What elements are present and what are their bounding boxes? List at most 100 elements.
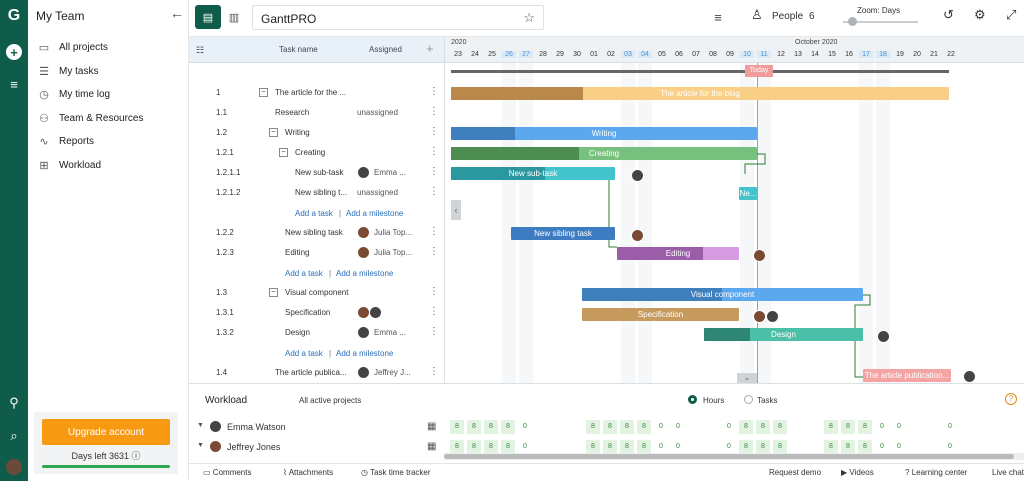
more-icon[interactable]: ⋮ — [429, 326, 439, 337]
task-name[interactable]: New sibling t... — [295, 188, 355, 197]
workload-cell[interactable] — [705, 440, 719, 454]
task-name[interactable]: Editing — [285, 248, 355, 257]
table-row[interactable]: 1.2.1.1 New sub-task Emma ... ⋮ — [189, 163, 444, 183]
table-row[interactable]: 1.3.2 Design Emma ... ⋮ — [189, 323, 444, 343]
collapse-grid-handle[interactable]: ‹ — [451, 200, 461, 220]
task-name[interactable]: Creating — [295, 148, 355, 157]
bar-publication[interactable]: The article publication... — [863, 369, 951, 382]
task-assignee[interactable]: Emma ... — [374, 168, 406, 177]
calendar-icon[interactable]: ▦ — [427, 441, 436, 452]
info-icon[interactable]: ⓘ — [132, 451, 141, 461]
add-column-icon[interactable]: + — [426, 41, 434, 56]
workload-cell[interactable] — [807, 420, 821, 434]
expand-icon[interactable]: ▼ — [197, 442, 204, 449]
attachments-button[interactable]: ⌇ Attachments — [283, 468, 333, 477]
bar-visual[interactable]: Visual component — [582, 288, 863, 301]
workload-cell[interactable]: 8 — [501, 440, 515, 454]
workload-cell[interactable]: 8 — [467, 420, 481, 434]
table-row[interactable]: 1.1 Research unassigned ⋮ — [189, 103, 444, 123]
workload-cell[interactable] — [705, 420, 719, 434]
bar-article[interactable]: The article for the blog — [451, 87, 949, 100]
collapse-icon[interactable]: − — [259, 88, 268, 97]
columns-icon[interactable]: ☷ — [196, 45, 204, 56]
workload-cell[interactable] — [790, 420, 804, 434]
workload-cell[interactable] — [569, 420, 583, 434]
star-icon[interactable]: ☆ — [523, 10, 535, 26]
workload-cell[interactable] — [807, 440, 821, 454]
filter-button[interactable]: ≡ — [705, 5, 731, 29]
sidebar-item-my-tasks[interactable]: ☰ My tasks — [36, 61, 186, 81]
workload-cell[interactable] — [552, 440, 566, 454]
workload-cell[interactable]: 8 — [841, 440, 855, 454]
workload-cell[interactable]: 8 — [603, 440, 617, 454]
workload-cell[interactable]: 0 — [943, 440, 957, 454]
tasks-label[interactable]: Tasks — [757, 396, 777, 405]
workload-cell[interactable]: 8 — [858, 440, 872, 454]
upgrade-account-button[interactable]: Upgrade account — [42, 419, 170, 445]
table-row[interactable]: 1.2.3 Editing Julia Top... ⋮ — [189, 243, 444, 263]
column-task-name[interactable]: Task name — [279, 45, 318, 54]
workload-cell[interactable] — [569, 440, 583, 454]
workload-cell[interactable]: 8 — [824, 420, 838, 434]
workload-cell[interactable]: 8 — [467, 440, 481, 454]
workload-cell[interactable]: 8 — [739, 440, 753, 454]
workload-cell[interactable] — [909, 440, 923, 454]
videos-button[interactable]: ▶ Videos — [841, 468, 874, 477]
add-milestone-link[interactable]: Add a milestone — [346, 209, 403, 218]
workload-cell[interactable] — [535, 440, 549, 454]
task-name[interactable]: Writing — [285, 128, 355, 137]
workload-cell[interactable]: 8 — [773, 440, 787, 454]
workload-cell[interactable]: 0 — [671, 420, 685, 434]
resize-handle[interactable]: ⌄ — [737, 373, 757, 383]
bar-creating[interactable]: Creating — [451, 147, 757, 160]
logo[interactable]: G — [0, 4, 28, 28]
workload-cell[interactable]: 8 — [841, 420, 855, 434]
task-name[interactable]: New sibling task — [285, 228, 355, 237]
workload-cell[interactable]: 8 — [603, 420, 617, 434]
table-row[interactable]: 1.2.1.2 New sibling t... unassigned ⋮ — [189, 183, 444, 203]
bar-writing[interactable]: Writing — [451, 127, 757, 140]
workload-cell[interactable]: 8 — [637, 420, 651, 434]
workload-cell[interactable]: 8 — [620, 440, 634, 454]
sidebar-item-my-time-log[interactable]: ◷ My time log — [36, 84, 186, 104]
workload-filter[interactable]: All active projects — [299, 396, 361, 405]
workload-cell[interactable] — [552, 420, 566, 434]
hours-label[interactable]: Hours — [703, 396, 724, 405]
workload-cell[interactable]: 8 — [484, 420, 498, 434]
back-arrow-icon[interactable]: ← — [170, 5, 184, 21]
table-row[interactable]: 1.3.1 Specification ⋮ — [189, 303, 444, 323]
request-demo-link[interactable]: Request demo — [769, 468, 821, 477]
hours-radio[interactable] — [688, 395, 697, 404]
table-row[interactable]: 1.2.2 New sibling task Julia Top... ⋮ — [189, 223, 444, 243]
people-icon[interactable]: ♙ — [751, 7, 763, 23]
bar-editing[interactable]: Editing — [617, 247, 739, 260]
task-assignee[interactable]: Jeffrey J... — [374, 368, 411, 377]
workload-cell[interactable]: 0 — [875, 440, 889, 454]
more-icon[interactable]: ⋮ — [429, 86, 439, 97]
more-icon[interactable]: ⋮ — [429, 226, 439, 237]
sidebar-item-team-resources[interactable]: ⚇ Team & Resources — [36, 108, 186, 128]
task-assignee[interactable]: unassigned — [357, 188, 398, 197]
scrollbar-thumb[interactable] — [444, 454, 1014, 459]
task-name[interactable]: Design — [285, 328, 355, 337]
workload-cell[interactable]: 8 — [586, 440, 600, 454]
workload-cell[interactable]: 0 — [722, 420, 736, 434]
fullscreen-icon[interactable]: ⤢ — [1006, 7, 1016, 23]
bar-sibling[interactable]: New sibling task — [511, 227, 615, 240]
more-icon[interactable]: ⋮ — [429, 146, 439, 157]
add-milestone-link[interactable]: Add a milestone — [336, 349, 393, 358]
more-icon[interactable]: ⋮ — [429, 366, 439, 377]
workload-cell[interactable]: 0 — [654, 420, 668, 434]
add-icon[interactable]: + — [0, 40, 28, 64]
collapse-icon[interactable]: − — [269, 128, 278, 137]
more-icon[interactable]: ⋮ — [429, 106, 439, 117]
bar-design[interactable]: Design — [704, 328, 863, 341]
time-tracker-button[interactable]: ◷ Task time tracker — [361, 468, 431, 477]
workload-cell[interactable]: 8 — [450, 440, 464, 454]
table-row[interactable]: 1.2 − Writing ⋮ — [189, 123, 444, 143]
workload-cell[interactable] — [909, 420, 923, 434]
workload-cell[interactable]: 8 — [586, 420, 600, 434]
sidebar-item-all-projects[interactable]: ▭ All projects — [36, 37, 186, 57]
table-row[interactable]: 1 − The article for the ... ⋮ — [189, 83, 444, 103]
more-icon[interactable]: ⋮ — [429, 166, 439, 177]
